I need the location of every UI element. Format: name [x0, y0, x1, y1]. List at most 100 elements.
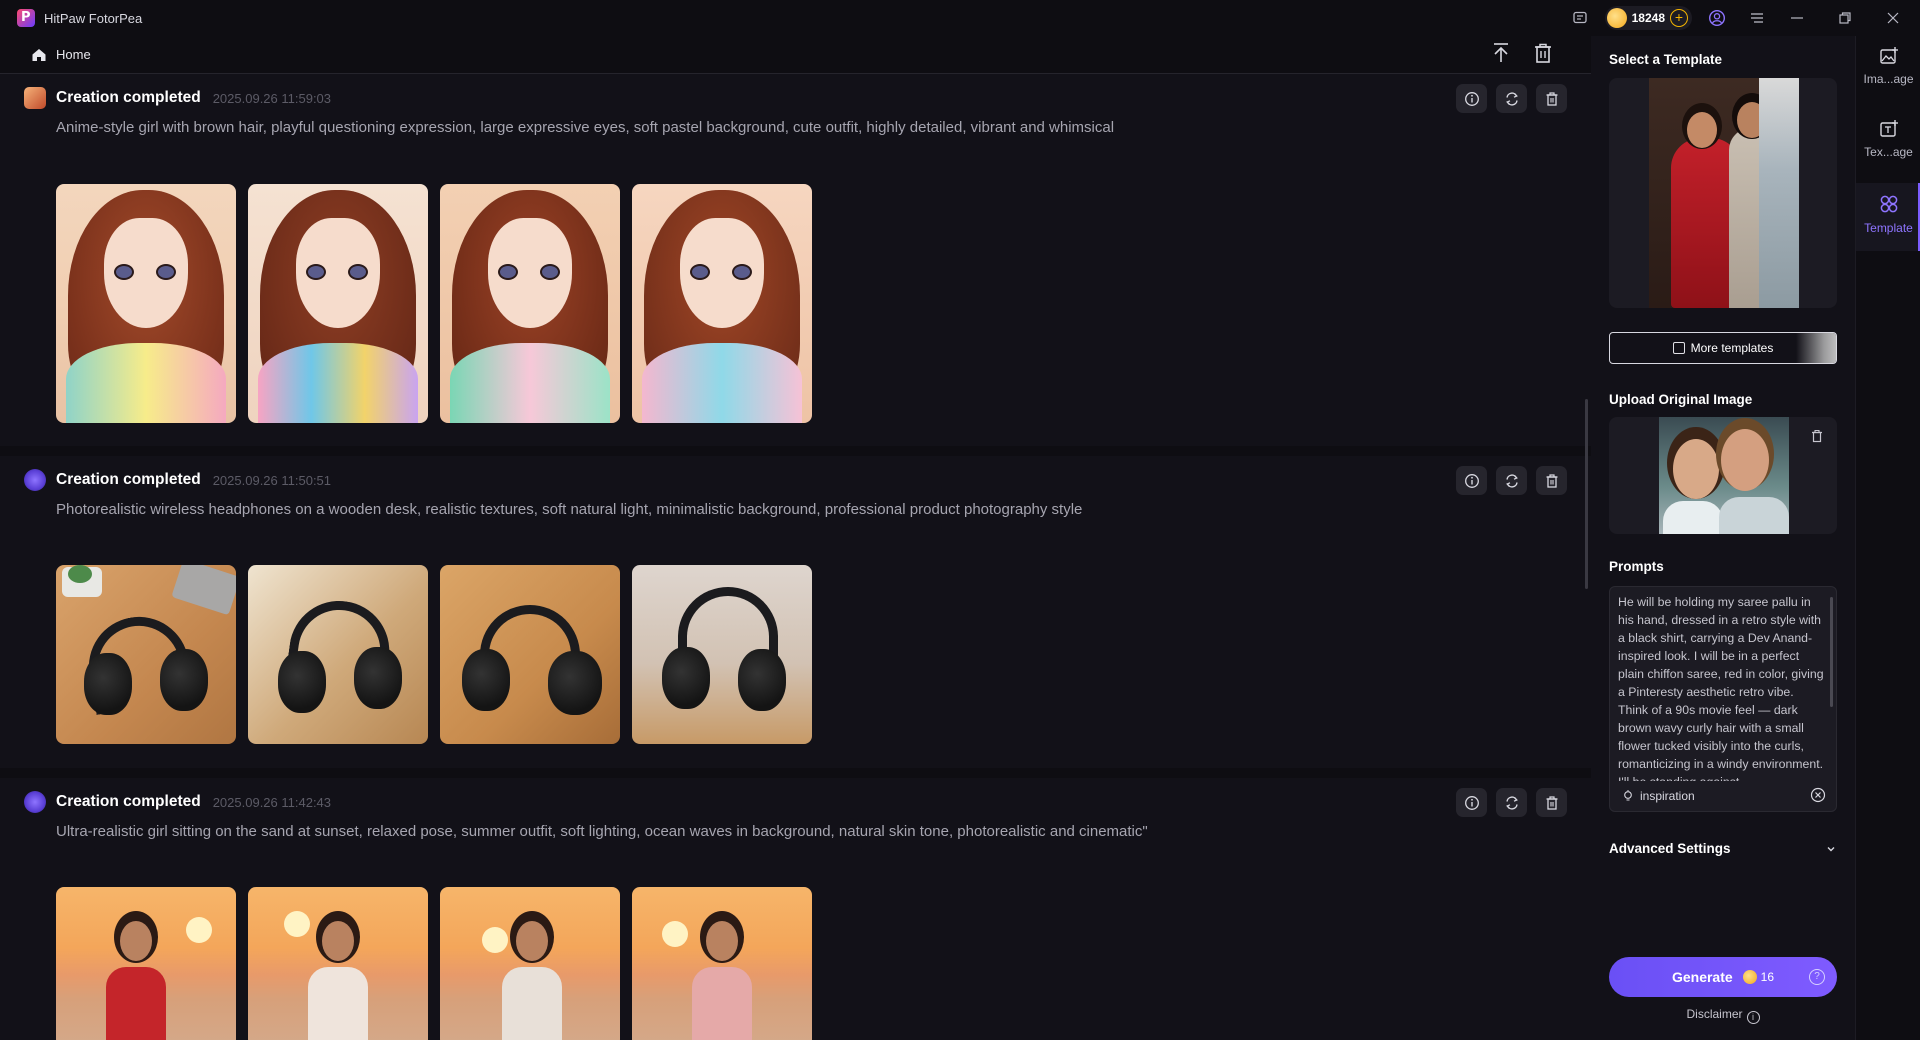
inspiration-button[interactable]: inspiration: [1622, 789, 1695, 803]
result-images: [56, 565, 812, 744]
gallery-icon: [1672, 342, 1685, 354]
info-button[interactable]: [1456, 788, 1487, 817]
app-logo: [17, 9, 35, 27]
coin-icon: [1606, 8, 1627, 28]
result-image[interactable]: [56, 184, 236, 423]
coin-count: 18248: [1631, 11, 1665, 25]
result-images: [56, 887, 812, 1040]
regenerate-button[interactable]: [1496, 466, 1527, 495]
creation-card: Creation completed 2025.09.26 11:42:43 U…: [0, 778, 1591, 1040]
creation-title: Creation completed: [56, 89, 201, 106]
result-image[interactable]: [632, 887, 812, 1040]
tool-rail: Ima...age Tex...age Template: [1855, 36, 1920, 1040]
inspiration-label: inspiration: [1640, 789, 1695, 803]
select-template-heading: Select a Template: [1609, 52, 1723, 67]
help-icon[interactable]: ?: [1809, 969, 1825, 985]
result-image[interactable]: [248, 184, 428, 423]
delete-button[interactable]: [1536, 84, 1567, 113]
restore-icon[interactable]: [1834, 7, 1856, 29]
trash-icon: [1546, 795, 1557, 810]
text-to-image-icon: [1879, 120, 1898, 137]
home-icon[interactable]: [31, 47, 47, 63]
minimize-icon[interactable]: [1786, 7, 1808, 29]
disclaimer-link[interactable]: Disclaimer i: [1591, 1007, 1855, 1024]
creation-prompt: Photorealistic wireless headphones on a …: [56, 501, 1083, 518]
generate-label: Generate: [1671, 969, 1733, 985]
image-plus-icon: [1879, 47, 1898, 64]
uploaded-image: [1659, 417, 1789, 534]
delete-button[interactable]: [1536, 788, 1567, 817]
home-bar: Home: [0, 36, 1591, 74]
upload-image-area[interactable]: [1609, 417, 1837, 534]
lightbulb-icon: [1624, 790, 1632, 801]
prompts-heading: Prompts: [1609, 559, 1664, 574]
menu-icon[interactable]: [1746, 7, 1768, 29]
creation-prompt: Ultra-realistic girl sitting on the sand…: [56, 823, 1148, 840]
prompt-scrollbar[interactable]: [1830, 597, 1833, 707]
creation-timestamp: 2025.09.26 11:59:03: [212, 90, 332, 106]
result-image[interactable]: [440, 565, 620, 744]
title-bar-controls: 18248 +: [1569, 0, 1920, 36]
creation-prompt: Anime-style girl with brown hair, playfu…: [56, 119, 1115, 136]
info-icon: i: [1746, 1011, 1760, 1024]
trash-icon: [1546, 91, 1557, 106]
clear-prompt-icon[interactable]: [1810, 787, 1826, 803]
more-templates-label: More templates: [1690, 341, 1774, 355]
more-templates-button[interactable]: More templates: [1609, 332, 1837, 364]
rail-item-image-to-image[interactable]: Ima...age: [1856, 36, 1920, 104]
regenerate-icon: [1505, 795, 1518, 810]
add-coins-button[interactable]: +: [1670, 9, 1688, 27]
info-icon: [1464, 795, 1479, 810]
chevron-down-icon: [1827, 846, 1835, 851]
regenerate-button[interactable]: [1496, 84, 1527, 113]
rail-item-template[interactable]: Template: [1856, 183, 1920, 251]
disclaimer-label: Disclaimer: [1686, 1007, 1743, 1021]
result-image[interactable]: [632, 565, 812, 744]
feed-scrollbar[interactable]: [1585, 399, 1588, 589]
result-image[interactable]: [56, 565, 236, 744]
trash-icon: [1546, 473, 1557, 488]
home-link[interactable]: Home: [56, 47, 91, 62]
upload-original-heading: Upload Original Image: [1609, 392, 1753, 407]
regenerate-icon: [1505, 91, 1518, 106]
prompt-textarea[interactable]: He will be holding my saree pallu in his…: [1609, 586, 1837, 812]
advanced-settings-toggle[interactable]: Advanced Settings: [1609, 841, 1837, 856]
info-button[interactable]: [1456, 466, 1487, 495]
creation-avatar: [24, 791, 46, 813]
creation-avatar: [24, 87, 46, 109]
generate-button[interactable]: Generate 16 ?: [1609, 957, 1837, 997]
coin-balance[interactable]: 18248 +: [1604, 6, 1692, 30]
prompt-text[interactable]: He will be holding my saree pallu in his…: [1618, 593, 1824, 781]
result-image[interactable]: [56, 887, 236, 1040]
title-bar: HitPaw FotorPea 18248 +: [0, 0, 1920, 36]
rail-label: Ima...age: [1863, 72, 1914, 86]
creations-feed[interactable]: Creation completed 2025.09.26 11:59:03 A…: [0, 74, 1591, 1040]
remove-upload-trash-icon[interactable]: [1811, 429, 1823, 448]
result-image[interactable]: [440, 184, 620, 423]
rail-label: Template: [1864, 221, 1913, 235]
info-icon: [1464, 91, 1479, 106]
info-button[interactable]: [1456, 84, 1487, 113]
template-preview[interactable]: [1609, 78, 1837, 308]
creation-card: Creation completed 2025.09.26 11:59:03 A…: [0, 74, 1591, 446]
creation-timestamp: 2025.09.26 11:42:43: [212, 794, 332, 810]
clear-all-trash-icon[interactable]: [1533, 42, 1553, 69]
result-image[interactable]: [440, 887, 620, 1040]
generate-cost: 16: [1760, 970, 1775, 984]
creation-timestamp: 2025.09.26 11:50:51: [212, 472, 332, 488]
regenerate-button[interactable]: [1496, 788, 1527, 817]
result-image[interactable]: [248, 887, 428, 1040]
scroll-to-top-icon[interactable]: [1491, 42, 1511, 69]
account-icon[interactable]: [1706, 7, 1728, 29]
info-icon: [1464, 473, 1479, 488]
creation-title: Creation completed: [56, 471, 201, 488]
result-image[interactable]: [632, 184, 812, 423]
close-icon[interactable]: [1882, 7, 1904, 29]
feedback-icon[interactable]: [1569, 7, 1591, 29]
delete-button[interactable]: [1536, 466, 1567, 495]
template-panel: Select a Template More templates Upload …: [1591, 36, 1855, 1040]
rail-item-text-to-image[interactable]: Tex...age: [1856, 109, 1920, 177]
result-images: [56, 184, 812, 423]
result-image[interactable]: [248, 565, 428, 744]
creation-title: Creation completed: [56, 793, 201, 810]
